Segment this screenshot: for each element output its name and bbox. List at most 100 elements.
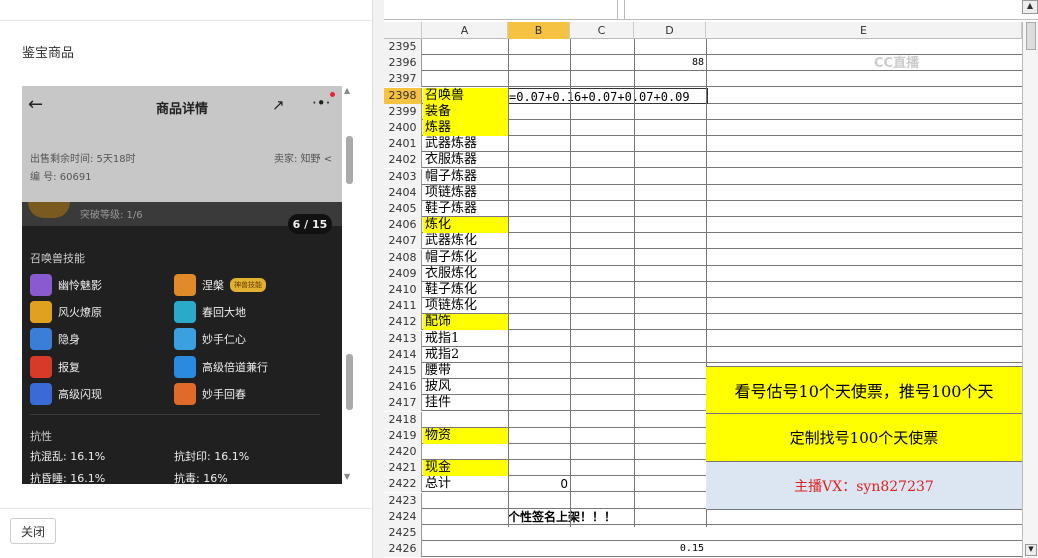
row-number[interactable]: 2420 (384, 444, 422, 460)
scroll-thumb[interactable] (346, 354, 353, 410)
row-number[interactable]: 2411 (384, 298, 422, 315)
row-number[interactable]: 2401 (384, 136, 422, 153)
row-number[interactable]: 2409 (384, 265, 422, 282)
skill-item[interactable]: 妙手仁心 (174, 328, 246, 350)
cell-a[interactable]: 戒指2 (423, 347, 508, 363)
cell-a[interactable]: 帽子炼化 (423, 250, 508, 266)
cell-a[interactable]: 鞋子炼化 (423, 282, 508, 298)
row-number[interactable]: 2419 (384, 427, 422, 444)
cell-a[interactable]: 衣服炼器 (423, 152, 508, 168)
row-number[interactable]: 2415 (384, 363, 422, 379)
skill-item[interactable]: 高级倍道兼行 (174, 356, 268, 378)
row-number[interactable]: 2407 (384, 233, 422, 250)
cell-a[interactable]: 鞋子炼器 (423, 201, 508, 217)
formula-input[interactable] (624, 0, 1024, 19)
row-number[interactable]: 2417 (384, 395, 422, 412)
cell-a[interactable]: 项链炼器 (423, 185, 508, 201)
cell-a[interactable]: 武器炼器 (423, 136, 508, 152)
share-icon[interactable]: ↗ (272, 96, 285, 114)
cell-a[interactable]: 配饰 (423, 314, 508, 331)
cell-a[interactable] (423, 509, 508, 525)
column-header-e[interactable]: E (706, 22, 1022, 39)
row-number[interactable]: 2395 (384, 39, 422, 55)
corner-cell[interactable] (384, 22, 422, 39)
skill-item[interactable]: 高级闪现 (30, 383, 102, 405)
cell-d[interactable]: 0.15 (634, 541, 704, 557)
row-number[interactable]: 2397 (384, 71, 422, 88)
row-number[interactable]: 2414 (384, 346, 422, 363)
phone-scrollbar[interactable]: ▲ ▼ (343, 86, 355, 484)
cell-a[interactable] (423, 39, 508, 55)
close-button[interactable]: 关闭 (10, 518, 56, 544)
row-number[interactable]: 2412 (384, 314, 422, 331)
cell-a[interactable]: 挂件 (423, 395, 508, 411)
skill-item[interactable]: 妙手回春 (174, 383, 246, 405)
cell-b[interactable]: 个性签名上架！！！ (508, 509, 706, 525)
cell-a[interactable]: 武器炼化 (423, 233, 508, 249)
cell-a[interactable] (423, 412, 508, 428)
panel-scrollbar[interactable] (372, 0, 384, 558)
cell-a[interactable] (423, 541, 508, 557)
more-icon[interactable]: ·•· (312, 94, 330, 112)
cell-a[interactable]: 炼化 (423, 217, 508, 234)
name-box[interactable] (390, 0, 618, 19)
cell-a[interactable]: 项链炼化 (423, 298, 508, 314)
row-number[interactable]: 2426 (384, 541, 422, 558)
cell-a[interactable]: 总计 (423, 476, 508, 492)
row-number[interactable]: 2404 (384, 184, 422, 201)
scroll-thumb[interactable] (1026, 22, 1036, 50)
cell-a[interactable]: 召唤兽 (423, 87, 508, 104)
cell-a[interactable]: 物资 (423, 427, 508, 444)
row-number[interactable]: 2425 (384, 525, 422, 541)
cell-a[interactable]: 衣服炼化 (423, 266, 508, 282)
cell-a[interactable]: 炼器 (423, 120, 508, 136)
cell-a[interactable] (423, 444, 508, 460)
formula-editor[interactable]: =0.07+0.16+0.07+0.07+0.09 (508, 87, 708, 104)
scroll-down-icon[interactable]: ▼ (1025, 544, 1037, 556)
sheet-scrollbar[interactable]: ▼ (1022, 22, 1038, 558)
scroll-down-icon[interactable]: ▼ (344, 472, 350, 481)
scroll-up-icon[interactable]: ▲ (1022, 0, 1038, 14)
skill-item[interactable]: 报复 (30, 356, 80, 378)
row-number[interactable]: 2398 (384, 87, 422, 104)
row-number[interactable]: 2402 (384, 152, 422, 169)
row-number[interactable]: 2405 (384, 201, 422, 217)
column-header-b[interactable]: B (508, 22, 570, 39)
skill-item[interactable]: 隐身 (30, 328, 80, 350)
cell-a[interactable]: 装备 (423, 103, 508, 120)
cell-a[interactable] (423, 55, 508, 71)
cell-a[interactable] (423, 71, 508, 87)
row-number[interactable]: 2403 (384, 168, 422, 185)
column-header-c[interactable]: C (570, 22, 634, 39)
row-number[interactable]: 2423 (384, 492, 422, 509)
row-number[interactable]: 2406 (384, 217, 422, 234)
column-header-d[interactable]: D (634, 22, 706, 39)
cell-a[interactable]: 现金 (423, 460, 508, 477)
row-number[interactable]: 2396 (384, 55, 422, 72)
skill-item[interactable]: 风火燎原 (30, 301, 102, 323)
row-number[interactable]: 2416 (384, 379, 422, 396)
cell-a[interactable]: 帽子炼器 (423, 169, 508, 185)
row-number[interactable]: 2422 (384, 476, 422, 493)
row-number[interactable]: 2410 (384, 282, 422, 298)
row-number[interactable]: 2418 (384, 411, 422, 428)
cell-a[interactable] (423, 525, 508, 541)
cell-a[interactable]: 披风 (423, 379, 508, 395)
cell-a[interactable]: 戒指1 (423, 331, 508, 347)
row-number[interactable]: 2408 (384, 249, 422, 266)
scroll-thumb[interactable] (346, 136, 353, 184)
column-header-a[interactable]: A (422, 22, 508, 39)
row-number[interactable]: 2424 (384, 508, 422, 525)
row-number[interactable]: 2421 (384, 460, 422, 477)
skill-item[interactable]: 涅槃 神兽技能 (174, 274, 266, 296)
scroll-up-icon[interactable]: ▲ (344, 86, 350, 95)
cell-a[interactable]: 腰带 (423, 363, 508, 379)
skill-item[interactable]: 幽怜魅影 (30, 274, 102, 296)
skill-item[interactable]: 春回大地 (174, 301, 246, 323)
row-number[interactable]: 2400 (384, 120, 422, 136)
row-number[interactable]: 2413 (384, 330, 422, 347)
cell-b[interactable]: 0 (508, 476, 568, 492)
cell-d[interactable]: 88 (634, 55, 704, 71)
seller-link[interactable]: 卖家: 知野 < (274, 150, 332, 165)
cell-a[interactable] (423, 493, 508, 509)
